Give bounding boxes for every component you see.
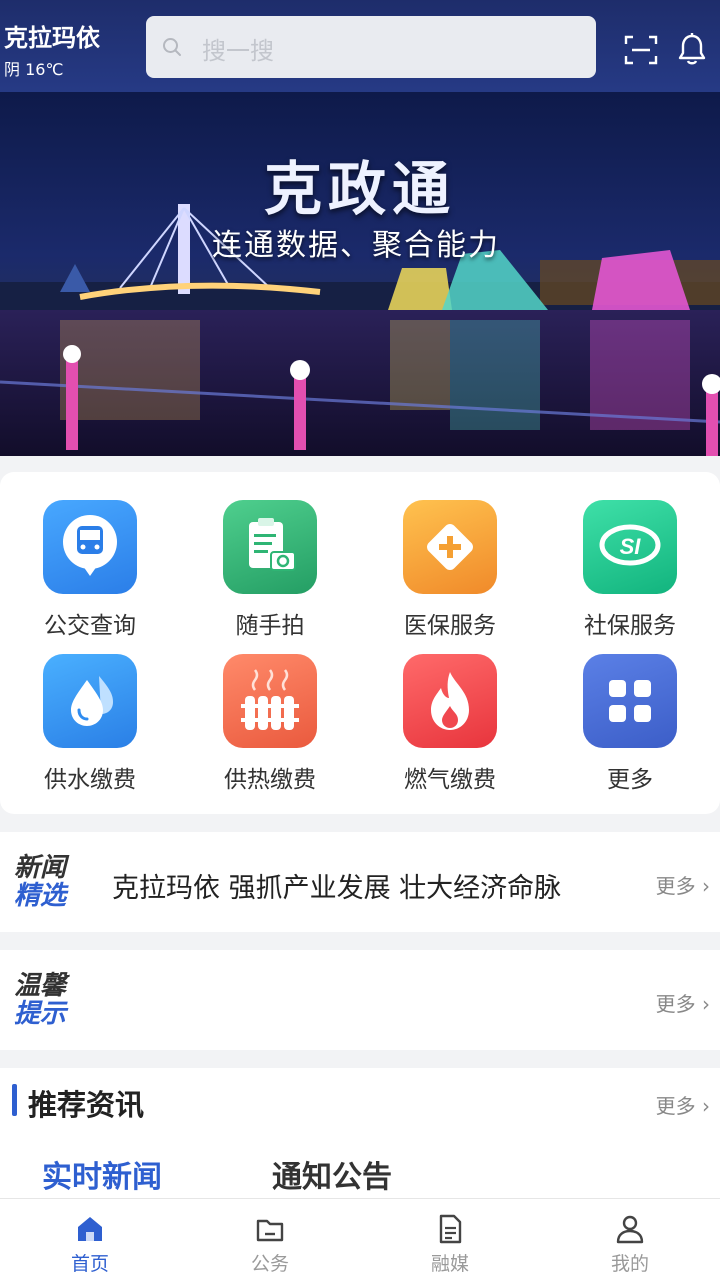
tips-badge: 温馨 提示 xyxy=(14,972,66,1028)
service-bus-query[interactable]: 公交查询 xyxy=(0,500,180,640)
service-snapshot[interactable]: 随手拍 xyxy=(180,500,360,640)
social-security-icon: SI xyxy=(583,500,677,594)
hero-banner[interactable]: 克政通 连通数据、聚合能力 xyxy=(0,92,720,456)
section-accent-bar xyxy=(12,1084,17,1116)
recommend-title: 推荐资讯 xyxy=(28,1088,145,1122)
clipboard-camera-icon xyxy=(223,500,317,594)
search-icon xyxy=(163,38,181,56)
nav-label: 首页 xyxy=(70,1253,109,1275)
more-label: 更多 xyxy=(655,874,696,898)
nav-label: 公务 xyxy=(250,1253,289,1275)
water-drop-icon xyxy=(43,654,137,748)
service-more[interactable]: 更多 xyxy=(540,654,720,794)
city-name[interactable]: 克拉玛依 xyxy=(4,18,100,53)
recommend-section: 推荐资讯 更多 › 实时新闻 通知公告 xyxy=(0,1068,720,1198)
service-gas-payment[interactable]: 燃气缴费 xyxy=(360,654,540,794)
chevron-right-icon: › xyxy=(702,1094,710,1118)
radiator-icon xyxy=(223,654,317,748)
more-label: 更多 xyxy=(655,1094,696,1118)
service-label: 社保服务 xyxy=(584,613,676,639)
medical-cross-icon xyxy=(403,500,497,594)
tips-badge-line1: 温馨 xyxy=(14,971,67,1001)
tips-badge-line2: 提示 xyxy=(14,999,67,1029)
more-label: 更多 xyxy=(655,992,696,1016)
tips-row[interactable]: 温馨 提示 更多 › xyxy=(0,950,720,1050)
service-social-security[interactable]: SI 社保服务 xyxy=(540,500,720,640)
news-badge: 新闻 精选 xyxy=(14,854,66,910)
service-label: 医保服务 xyxy=(404,613,496,639)
service-label: 公交查询 xyxy=(44,613,136,639)
news-more-link[interactable]: 更多 › xyxy=(656,870,710,899)
service-label: 供热缴费 xyxy=(224,767,316,793)
bell-icon[interactable] xyxy=(676,32,708,66)
service-heating-payment[interactable]: 供热缴费 xyxy=(180,654,360,794)
nav-official[interactable]: 公务 xyxy=(180,1199,360,1280)
service-grid: 公交查询 随手拍 医保服务 SI 社保服务 供水缴费 供热缴费 燃气缴费 更多 xyxy=(0,472,720,814)
nav-label: 融媒 xyxy=(430,1253,469,1275)
flame-icon xyxy=(403,654,497,748)
scan-icon[interactable] xyxy=(624,34,658,66)
featured-news-row[interactable]: 新闻 精选 克拉玛依 强抓产业发展 壮大经济命脉 更多 › xyxy=(0,832,720,932)
search-input[interactable]: 搜一搜 xyxy=(146,16,596,78)
service-water-payment[interactable]: 供水缴费 xyxy=(0,654,180,794)
service-label: 更多 xyxy=(607,767,653,793)
folder-icon xyxy=(256,1219,284,1242)
nav-profile[interactable]: 我的 xyxy=(540,1199,720,1280)
nav-media[interactable]: 融媒 xyxy=(360,1199,540,1280)
weather-info: 阴 16℃ xyxy=(4,60,64,79)
bus-icon xyxy=(43,500,137,594)
service-medical-insurance[interactable]: 医保服务 xyxy=(360,500,540,640)
search-placeholder: 搜一搜 xyxy=(202,37,274,65)
bottom-nav: 首页 公务 融媒 我的 xyxy=(0,1198,720,1280)
news-badge-line1: 新闻 xyxy=(14,853,67,883)
grid-icon xyxy=(583,654,677,748)
chevron-right-icon: › xyxy=(702,874,710,898)
home-icon xyxy=(78,1217,102,1241)
news-headline[interactable]: 克拉玛依 强抓产业发展 壮大经济命脉 xyxy=(112,866,561,905)
top-header: 克拉玛依 阴 16℃ 搜一搜 xyxy=(0,0,720,92)
service-label: 燃气缴费 xyxy=(404,767,496,793)
service-label: 随手拍 xyxy=(235,613,305,639)
recommend-more-link[interactable]: 更多 › xyxy=(656,1090,710,1119)
banner-subtitle: 连通数据、聚合能力 xyxy=(212,228,500,263)
news-badge-line2: 精选 xyxy=(14,881,67,911)
tab-notices[interactable]: 通知公告 xyxy=(272,1152,392,1196)
document-icon xyxy=(439,1214,462,1244)
banner-title: 克政通 xyxy=(263,155,456,223)
tab-realtime-news[interactable]: 实时新闻 xyxy=(42,1152,162,1196)
user-icon xyxy=(616,1215,644,1244)
nav-home[interactable]: 首页 xyxy=(0,1199,180,1280)
nav-label: 我的 xyxy=(610,1253,649,1275)
svg-text:SI: SI xyxy=(620,534,642,559)
service-label: 供水缴费 xyxy=(44,767,136,793)
chevron-right-icon: › xyxy=(702,992,710,1016)
tips-more-link[interactable]: 更多 › xyxy=(656,988,710,1017)
